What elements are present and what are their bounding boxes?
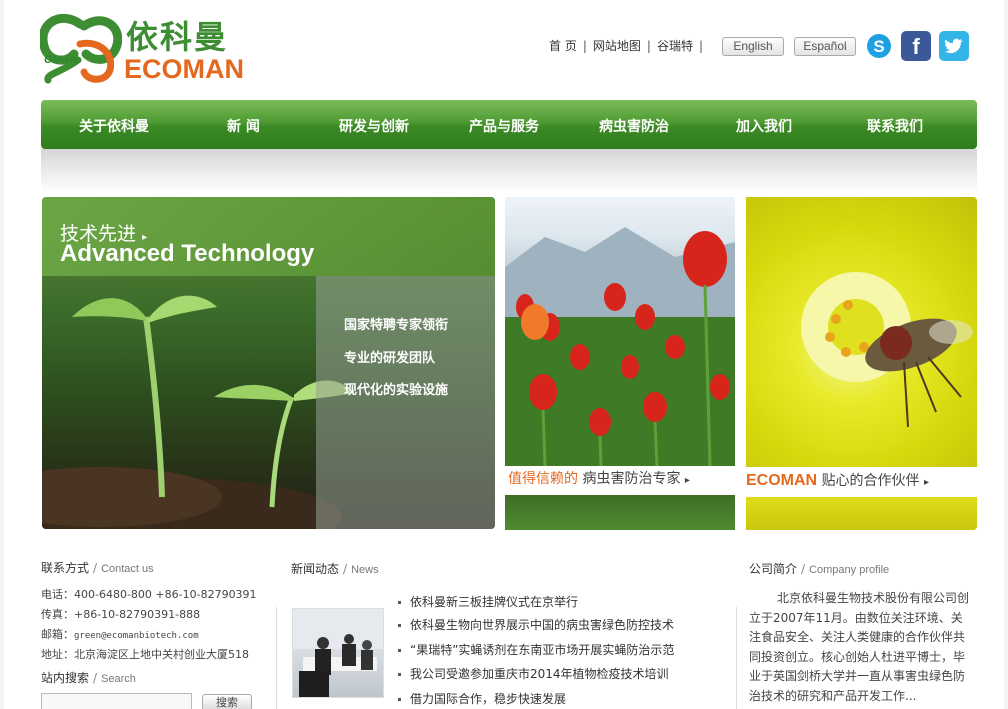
contact-section-title: 联系方式 / Contact us xyxy=(41,561,154,575)
nav-item-news[interactable]: 新 闻 xyxy=(227,116,260,136)
nav-item-pest-control[interactable]: 病虫害防治 xyxy=(599,116,669,136)
bullet-icon xyxy=(398,698,401,701)
facebook-icon[interactable]: f xyxy=(901,31,931,61)
news-section-title: 新闻动态 / News xyxy=(291,562,379,576)
site-search-input[interactable] xyxy=(41,693,192,709)
profile-section-title: 公司简介 / Company profile xyxy=(749,562,890,576)
chevron-right-icon: ▸ xyxy=(924,477,930,488)
english-button[interactable]: English xyxy=(722,37,784,56)
banner-partner[interactable]: ECOMAN 贴心的合作伙伴 ▸ xyxy=(746,197,977,530)
bullet-icon xyxy=(398,649,401,652)
nav-item-rnd[interactable]: 研发与创新 xyxy=(339,116,409,136)
site-search-button[interactable]: 搜索 xyxy=(202,694,252,709)
svg-text:S: S xyxy=(873,37,884,56)
banner-bullet: 专业的研发团队 xyxy=(344,351,436,366)
news-thumbnail[interactable] xyxy=(292,608,384,698)
banner-caption: 值得信赖的 病虫害防治专家 ▸ xyxy=(505,466,735,495)
logo[interactable]: OMAN 依科曼 ECOMAN xyxy=(40,14,255,86)
logo-en-text: ECOMAN xyxy=(124,54,244,84)
logo-cn-text: 依科曼 xyxy=(126,18,229,56)
banner-bottom-strip xyxy=(505,495,735,530)
contact-address: 地址：北京海淀区上地中关村创业大厦518 xyxy=(41,648,249,661)
nav-item-products[interactable]: 产品与服务 xyxy=(469,116,539,136)
flower-bee-image xyxy=(801,272,973,428)
banner-bullet: 国家特聘专家领衔 xyxy=(344,318,449,333)
divider xyxy=(276,607,277,709)
tulips-image xyxy=(505,227,735,466)
banner-bottom-strip xyxy=(746,497,977,530)
chevron-right-icon: ▸ xyxy=(684,475,690,486)
divider: | xyxy=(646,38,651,53)
twitter-icon[interactable] xyxy=(939,31,969,61)
bullet-icon xyxy=(398,601,401,604)
banner-title-en: Advanced Technology xyxy=(60,240,315,267)
news-item[interactable]: “果瑞特”实蝇诱剂在东南亚市场开展实蝇防治示范 xyxy=(398,641,674,658)
main-nav: 关于依科曼 新 闻 研发与创新 产品与服务 病虫害防治 加入我们 联系我们 xyxy=(41,100,977,149)
logo-mark-icon xyxy=(40,14,122,84)
divider xyxy=(736,607,737,709)
top-links: 首 页 | 网站地图 | 谷瑞特 | xyxy=(549,37,709,54)
divider: | xyxy=(698,38,703,53)
guruite-link[interactable]: 谷瑞特 xyxy=(657,37,693,54)
news-item[interactable]: 我公司受邀参加重庆市2014年植物检疫技术培训 xyxy=(398,665,669,682)
search-section-title: 站内搜索 / Search xyxy=(41,671,136,685)
skype-icon[interactable]: S xyxy=(864,31,894,61)
contact-fax: 传真：+86-10-82790391-888 xyxy=(41,608,201,621)
company-profile-text: 北京依科曼生物技术股份有限公司创立于2007年11月。由数位关注环境、关注食品安… xyxy=(749,591,970,703)
nav-item-about[interactable]: 关于依科曼 xyxy=(79,116,149,136)
contact-email-link[interactable]: green@ecomanbiotech.com xyxy=(74,631,199,641)
banner-caption: ECOMAN 贴心的合作伙伴 ▸ xyxy=(746,467,977,497)
banner-bullet: 现代化的实验设施 xyxy=(344,383,449,398)
logo-mark-text: OMAN xyxy=(44,54,78,66)
divider: | xyxy=(582,38,587,53)
nav-shadow xyxy=(41,149,977,193)
nav-item-join-us[interactable]: 加入我们 xyxy=(736,116,792,136)
news-item[interactable]: 依科曼生物向世界展示中国的病虫害绿色防控技术 xyxy=(398,616,674,633)
news-item[interactable]: 借力国际合作，稳步快速发展 xyxy=(398,690,566,707)
sitemap-link[interactable]: 网站地图 xyxy=(593,37,641,54)
meeting-photo xyxy=(293,609,383,697)
nav-item-contact[interactable]: 联系我们 xyxy=(867,116,923,136)
espanol-button[interactable]: Español xyxy=(794,37,856,56)
bullet-icon xyxy=(398,673,401,676)
contact-email: 邮箱：green@ecomanbiotech.com xyxy=(41,626,199,642)
bullet-icon xyxy=(398,624,401,627)
news-item[interactable]: 依科曼新三板挂牌仪式在京举行 xyxy=(398,593,578,610)
banner-technology[interactable]: 技术先进 ▸ Advanced Technology 国家特聘专家领衔 专业的研… xyxy=(42,197,495,529)
contact-phone: 电话：400-6480-800 +86-10-82790391 xyxy=(41,588,257,601)
contact-email-label: 邮箱： xyxy=(41,628,74,641)
page: OMAN 依科曼 ECOMAN 首 页 | 网站地图 | 谷瑞特 | Engli… xyxy=(0,0,1008,709)
banner-pest-control[interactable]: 值得信赖的 病虫害防治专家 ▸ xyxy=(505,197,735,530)
home-link[interactable]: 首 页 xyxy=(549,37,577,54)
